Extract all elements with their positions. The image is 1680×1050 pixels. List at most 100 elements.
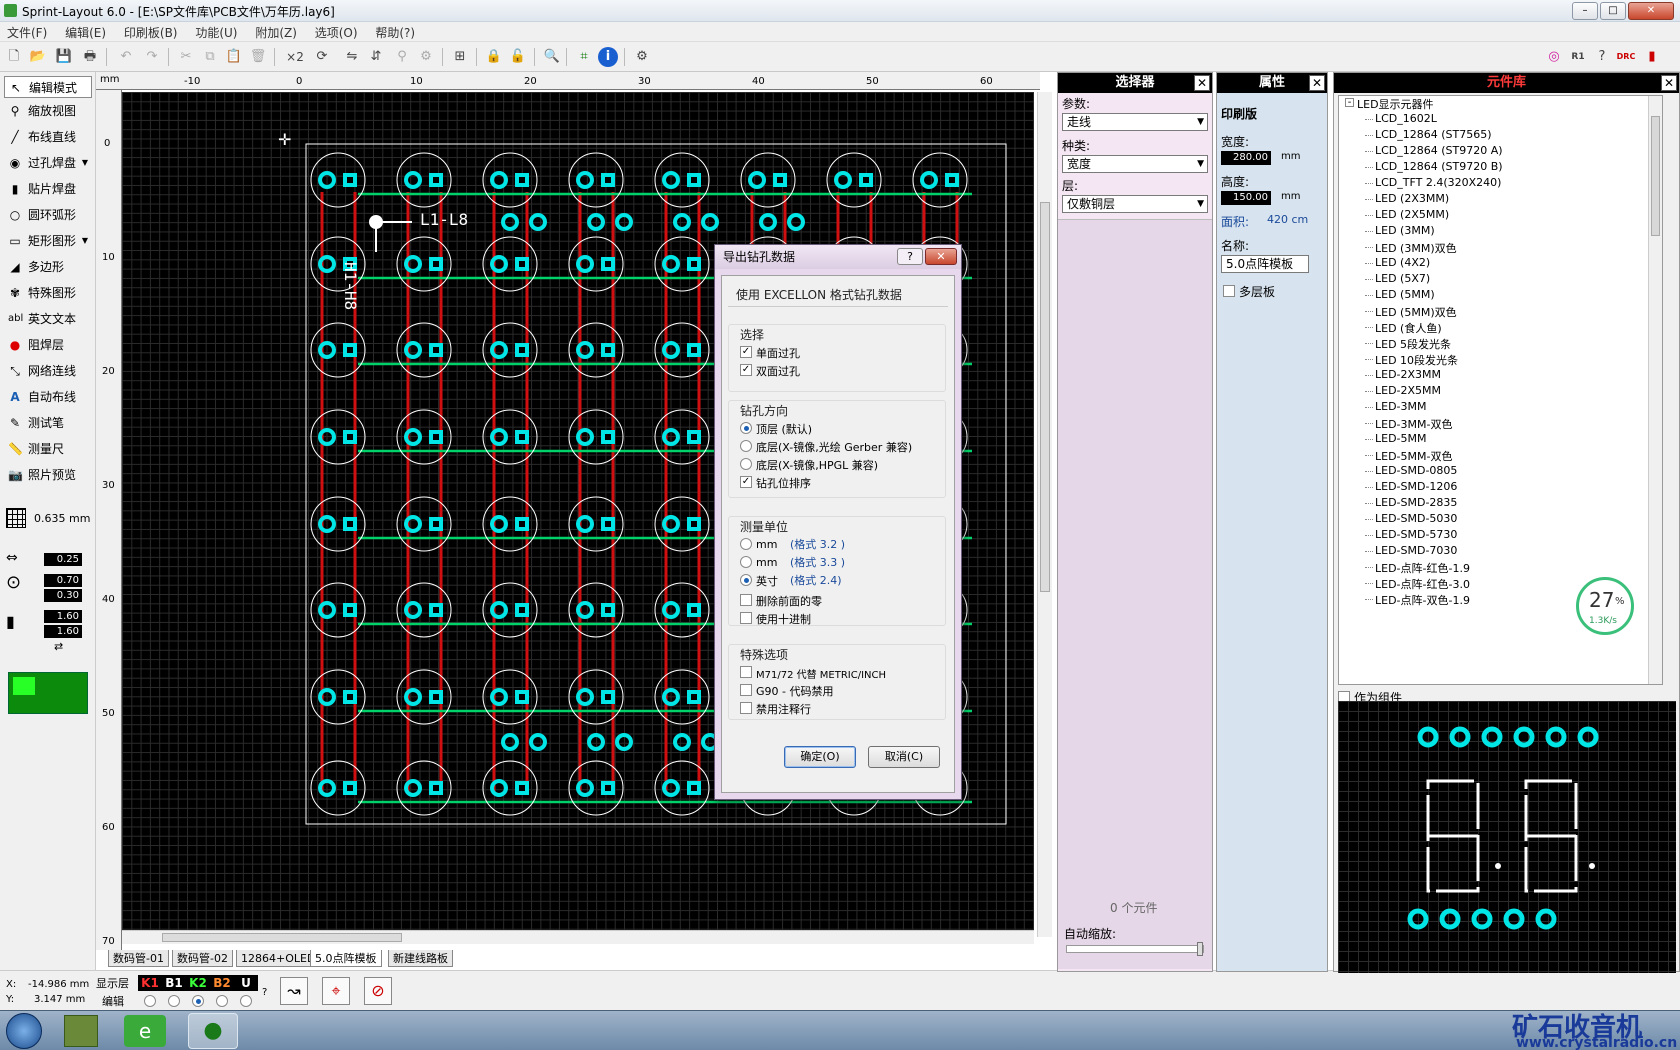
library-item[interactable]: LED (2X5MM) (1375, 208, 1449, 221)
library-item[interactable]: LED (5X7) (1375, 272, 1430, 285)
browser-app-icon[interactable]: e (124, 1015, 166, 1047)
tool-smd[interactable]: ▮ 贴片焊盘 (4, 178, 92, 200)
vertical-scrollbar[interactable] (1037, 92, 1052, 937)
library-close-icon[interactable]: ✕ (1661, 75, 1677, 91)
layer-k1-toggle[interactable]: K1 (138, 975, 162, 991)
tool-rect[interactable]: ▭ 矩形图形 ▼ (4, 230, 92, 252)
print-icon[interactable]: 🖶 (80, 47, 100, 67)
grid-icon[interactable] (6, 508, 26, 528)
tab-board-active[interactable]: 5.0点阵模板 (310, 950, 382, 967)
start-button[interactable] (6, 1013, 42, 1049)
double-via-checkbox[interactable]: ✓ (740, 364, 752, 376)
swap-icon[interactable]: ⇄ (54, 640, 63, 653)
library-item[interactable]: LED (食人鱼) (1375, 320, 1442, 336)
delete-icon[interactable]: 🗑 (248, 47, 268, 67)
board-width-input[interactable]: 280.00 (1221, 151, 1271, 165)
dir-top-radio[interactable] (740, 422, 752, 434)
rotate-icon[interactable]: ⟳ (312, 47, 332, 67)
edit-layer-radio[interactable] (240, 995, 252, 1007)
multilayer-checkbox[interactable] (1223, 285, 1235, 297)
tool-text[interactable]: abl 英文文本 (4, 308, 92, 330)
library-item[interactable]: LED 10段发光条 (1375, 352, 1458, 368)
edit-layer-radio[interactable] (216, 995, 228, 1007)
duplicate-button[interactable]: ×2 (282, 47, 308, 67)
decimal-checkbox[interactable] (740, 612, 752, 624)
unit3-radio[interactable] (740, 574, 752, 586)
library-item[interactable]: LCD_12864 (ST9720 B) (1375, 160, 1503, 173)
sprint-layout-app-icon[interactable]: ● (188, 1013, 238, 1049)
property-close-icon[interactable]: ✕ (1309, 75, 1325, 91)
paste-icon[interactable]: 📋 (224, 47, 244, 67)
minecraft-app-icon[interactable] (64, 1015, 98, 1047)
library-item[interactable]: LCD_TFT 2.4(320X240) (1375, 176, 1501, 189)
dialog-help-button[interactable]: ? (897, 248, 923, 265)
tool-autoroute[interactable]: A 自动布线 (4, 386, 92, 408)
tool-circle[interactable]: ○ 圆环弧形 (4, 204, 92, 226)
unit1-radio[interactable] (740, 538, 752, 550)
align-icon[interactable]: ⚲ (392, 47, 412, 67)
undo-icon[interactable]: ↶ (116, 47, 136, 67)
close-button[interactable]: ✕ (1628, 2, 1674, 20)
edit-layer-radio[interactable] (192, 995, 204, 1007)
track-width-input[interactable]: 0.25 (44, 553, 82, 566)
sp3-checkbox[interactable] (740, 702, 752, 714)
no-route-icon[interactable]: ⊘ (364, 977, 392, 1005)
tool-probe[interactable]: ✎ 测试笔 (4, 412, 92, 434)
tool-polygon[interactable]: ◢ 多边形 (4, 256, 92, 278)
target-icon[interactable]: ◎ (1544, 47, 1564, 67)
del-zero-checkbox[interactable] (740, 594, 752, 606)
pad-outer-input[interactable]: 0.70 (44, 574, 82, 587)
sp2-checkbox[interactable] (740, 684, 752, 696)
library-item[interactable]: LED-点阵-双色-1.9 (1375, 592, 1470, 608)
tool-zoom[interactable]: ⚲ 缩放视图 (4, 100, 92, 122)
library-item[interactable]: LCD_1602L (1375, 112, 1437, 125)
new-icon[interactable]: 🗋 (4, 47, 24, 67)
cancel-button[interactable]: 取消(C) (868, 746, 940, 768)
menu-edit[interactable]: 编辑(E) (58, 22, 113, 43)
menu-board[interactable]: 印刷板(B) (117, 22, 185, 43)
tool-ruler[interactable]: 📏 测量尺 (4, 438, 92, 460)
menu-extra[interactable]: 附加(Z) (248, 22, 304, 43)
smd-height-input[interactable]: 1.60 (44, 625, 82, 638)
layer-color-swatch[interactable] (8, 672, 88, 714)
library-item[interactable]: LCD_12864 (ST7565) (1375, 128, 1492, 141)
open-icon[interactable]: 📂 (28, 47, 48, 67)
menu-help[interactable]: 帮助(?) (368, 22, 422, 43)
board-height-input[interactable]: 150.00 (1221, 191, 1271, 205)
sp1-checkbox[interactable] (740, 666, 752, 678)
copy-icon[interactable]: ⧉ (200, 47, 220, 67)
library-item[interactable]: LED-SMD-1206 (1375, 480, 1457, 493)
board-name-input[interactable]: 5.0点阵模板 (1221, 255, 1309, 273)
library-item[interactable]: LED (3MM)双色 (1375, 240, 1457, 256)
snap-icon[interactable]: ⌖ (322, 977, 350, 1005)
dir-bottom-gerber-radio[interactable] (740, 440, 752, 452)
power-icon[interactable]: ▮ (1642, 47, 1662, 67)
zoom-search-icon[interactable]: 🔍 (542, 47, 562, 67)
tab-board[interactable]: 新建线路板 (388, 950, 453, 967)
unlock-icon[interactable]: 🔓 (508, 47, 528, 67)
tool-photo[interactable]: 📷 照片预览 (4, 464, 92, 486)
maximize-button[interactable]: □ (1600, 2, 1626, 20)
dialog-close-button[interactable]: ✕ (925, 248, 957, 265)
layer-u-toggle[interactable]: U (234, 975, 258, 991)
unit2-radio[interactable] (740, 556, 752, 568)
selector-close-icon[interactable]: ✕ (1194, 75, 1210, 91)
library-item[interactable]: LED (5MM) (1375, 288, 1435, 301)
menu-options[interactable]: 选项(O) (308, 22, 365, 43)
tool-special[interactable]: ✾ 特殊图形 (4, 282, 92, 304)
param-select[interactable]: 走线 ▼ (1062, 113, 1208, 131)
tree-scrollbar[interactable] (1648, 96, 1662, 684)
menu-file[interactable]: 文件(F) (0, 22, 54, 43)
lock-icon[interactable]: 🔒 (484, 47, 504, 67)
tool-edit-mode[interactable]: ↖ 编辑模式 (4, 76, 92, 98)
help-question-icon[interactable]: ? (1592, 47, 1612, 67)
redo-icon[interactable]: ↷ (142, 47, 162, 67)
library-item[interactable]: LED 5段发光条 (1375, 336, 1451, 352)
ok-button[interactable]: 确定(O) (784, 746, 856, 768)
mirror-h-icon[interactable]: ⇋ (342, 47, 362, 67)
minimize-button[interactable]: – (1572, 2, 1598, 20)
tool-pad[interactable]: ◉ 过孔焊盘 ▼ (4, 152, 92, 174)
horizontal-scrollbar[interactable] (122, 930, 1034, 944)
drc-icon[interactable]: DRC (1616, 47, 1636, 67)
library-item[interactable]: LED-SMD-7030 (1375, 544, 1457, 557)
